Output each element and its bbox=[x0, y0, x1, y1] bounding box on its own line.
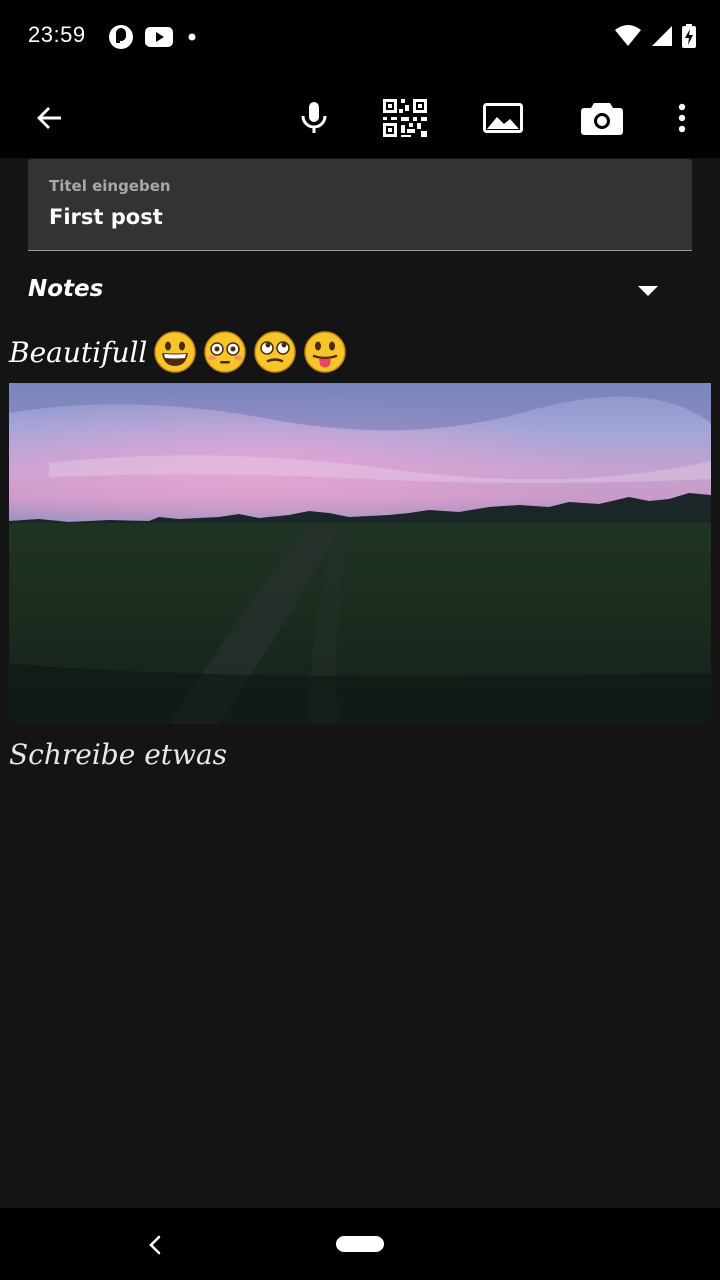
insert-image-button[interactable] bbox=[477, 92, 529, 144]
tongue-face-icon bbox=[304, 331, 347, 373]
nav-back-icon bbox=[149, 1235, 161, 1255]
flushed-face-icon bbox=[204, 331, 247, 373]
attached-photo[interactable] bbox=[9, 383, 711, 724]
system-navigation-bar bbox=[0, 1208, 720, 1280]
status-icons-left bbox=[108, 24, 200, 54]
more-options-button[interactable] bbox=[656, 92, 708, 144]
status-icons-right bbox=[614, 24, 696, 52]
title-input[interactable]: First post bbox=[49, 205, 163, 229]
note-body-text[interactable]: Beautifull bbox=[9, 330, 347, 374]
dropdown-arrow-icon bbox=[638, 286, 658, 296]
qr-code-icon bbox=[383, 99, 427, 137]
image-icon bbox=[483, 103, 523, 133]
take-photo-button[interactable] bbox=[576, 92, 628, 144]
category-dropdown[interactable]: Notes bbox=[0, 268, 720, 312]
category-selected-label: Notes bbox=[28, 276, 104, 302]
more-vert-icon bbox=[678, 103, 686, 133]
status-bar: 23:59 bbox=[0, 0, 720, 76]
wifi-icon bbox=[614, 24, 642, 52]
editor-content: Titel eingeben First post Notes Beautifu… bbox=[0, 158, 720, 1208]
note-body-placeholder[interactable]: Schreibe etwas bbox=[9, 738, 227, 771]
toolbar bbox=[0, 76, 720, 158]
youtube-icon bbox=[144, 26, 174, 52]
title-field[interactable]: Titel eingeben First post bbox=[28, 159, 692, 251]
landscape-photo-image bbox=[9, 383, 711, 724]
microphone-icon bbox=[301, 102, 327, 133]
battery-charging-icon bbox=[682, 24, 696, 52]
eye-roll-face-icon bbox=[254, 331, 297, 373]
status-time: 23:59 bbox=[28, 22, 86, 47]
title-field-label: Titel eingeben bbox=[49, 177, 171, 195]
back-button[interactable] bbox=[23, 92, 75, 144]
voice-input-button[interactable] bbox=[288, 92, 340, 144]
pocket-casts-icon bbox=[108, 24, 134, 54]
note-text: Beautifull bbox=[9, 335, 148, 369]
qr-scan-button[interactable] bbox=[379, 92, 431, 144]
camera-icon bbox=[581, 103, 623, 135]
back-arrow-icon bbox=[37, 107, 61, 129]
notification-dot-icon bbox=[184, 29, 200, 49]
grinning-face-icon bbox=[154, 331, 197, 373]
cell-signal-icon bbox=[650, 24, 674, 52]
nav-back-button[interactable] bbox=[140, 1230, 170, 1260]
nav-home-pill[interactable] bbox=[336, 1236, 384, 1252]
